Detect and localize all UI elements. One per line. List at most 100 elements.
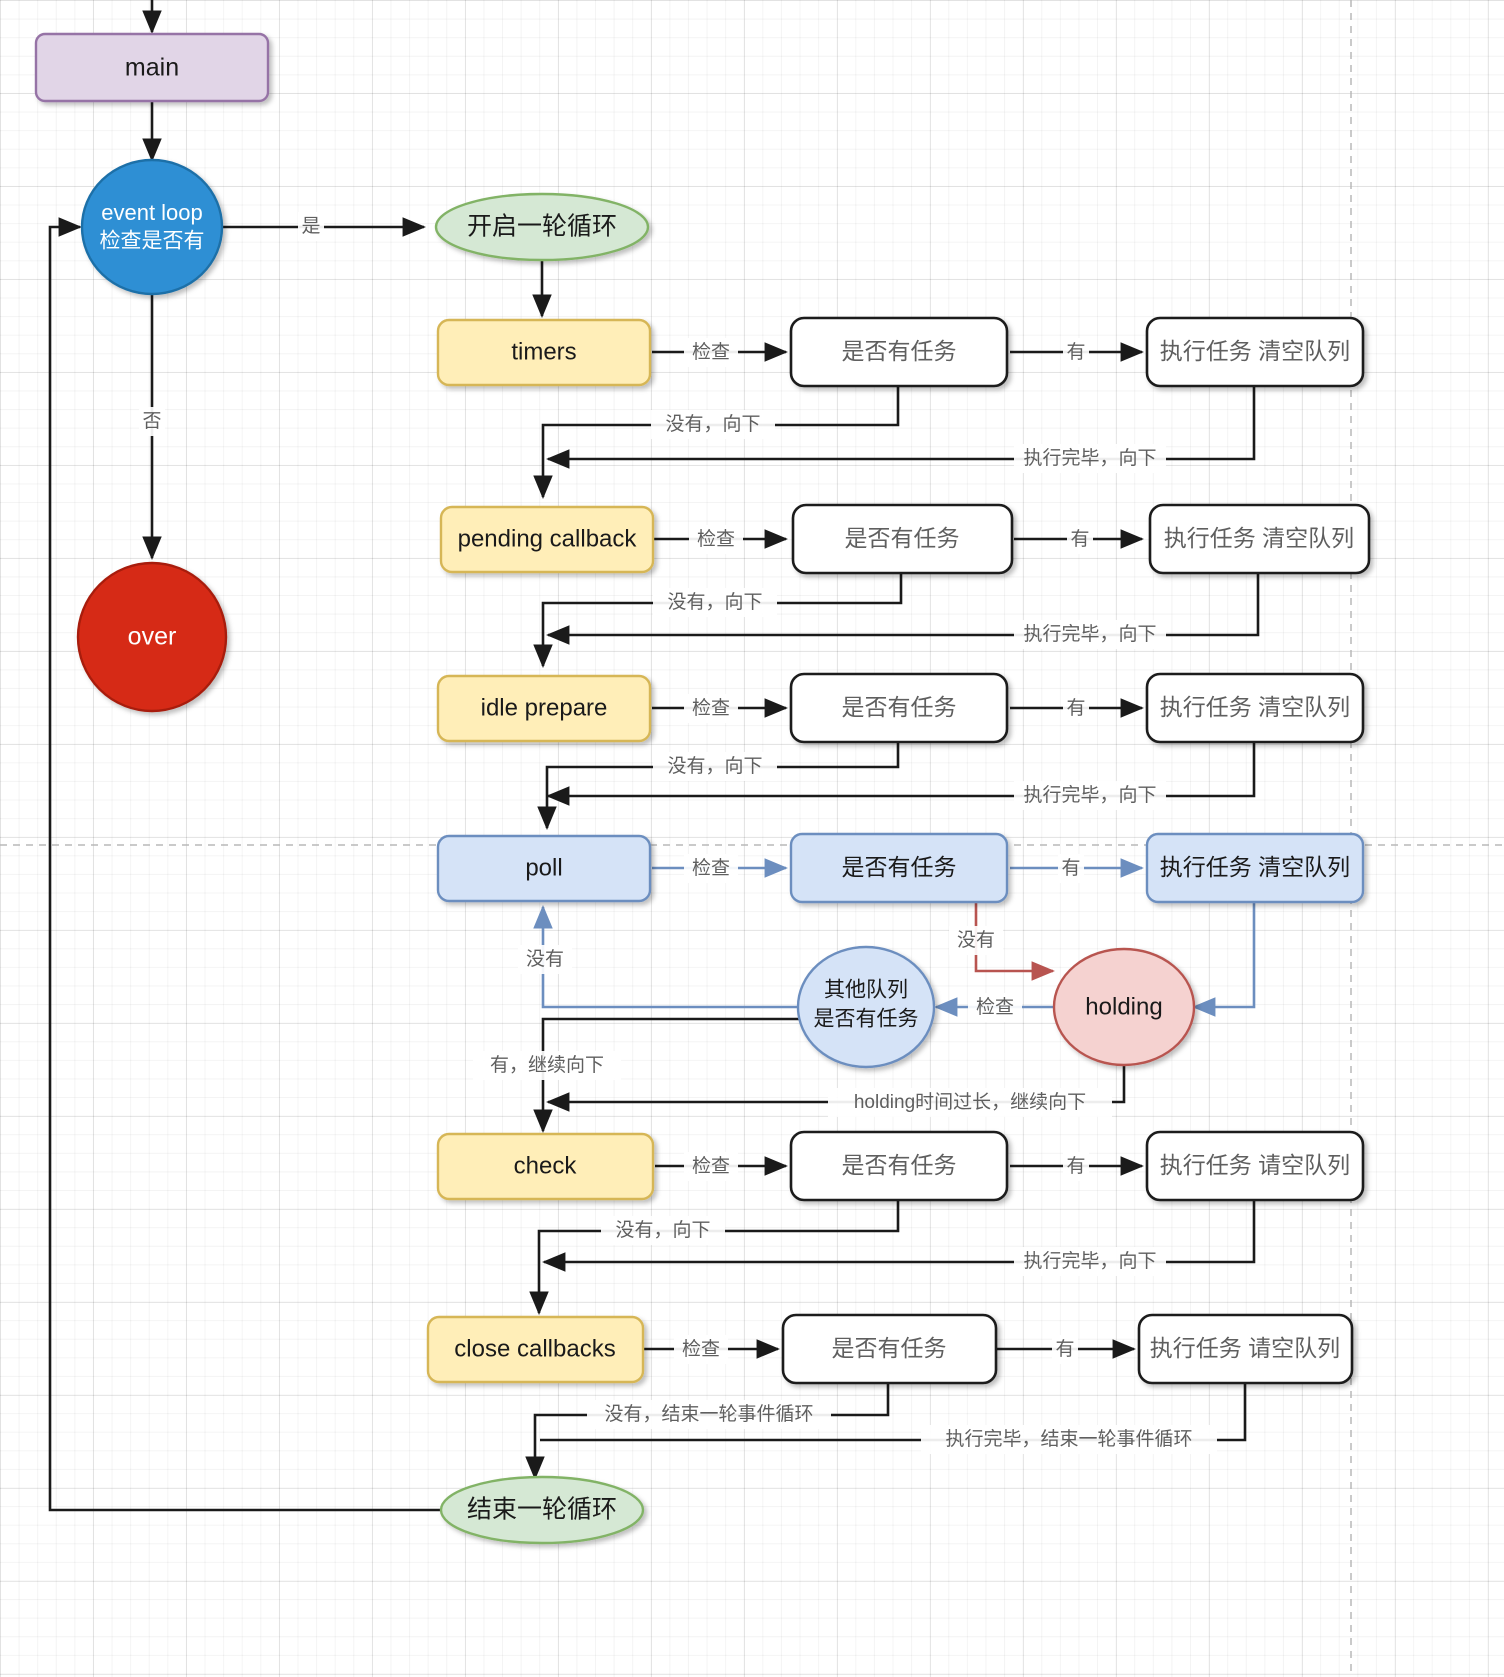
svg-text:没有，向下: 没有，向下	[665, 413, 760, 435]
edge-label-check-timers: 检查	[684, 338, 738, 367]
edge-label-have-check: 有	[1063, 1152, 1089, 1181]
node-phase-pending-callback[interactable]: pending callback	[439, 505, 655, 574]
svg-text:否: 否	[142, 411, 161, 432]
node-phase-check[interactable]: check	[436, 1132, 655, 1201]
edge-label-none-end-round: 没有，结束一轮事件循环	[587, 1400, 831, 1429]
node-action-check[interactable]: 执行任务 请空队列	[1145, 1130, 1365, 1202]
edge-label-none-down-pending-callback: 没有，向下	[653, 588, 777, 617]
svg-text:有: 有	[1070, 528, 1089, 550]
edge-label-have-idle-prepare: 有	[1063, 694, 1089, 723]
node-other-queue[interactable]: 其他队列 是否有任务	[796, 945, 936, 1069]
node-decision-timers[interactable]: 是否有任务	[789, 316, 1009, 388]
node-main-label: main	[125, 54, 179, 82]
node-decision-poll[interactable]: 是否有任务	[789, 832, 1009, 904]
svg-text:没有，结束一轮事件循环: 没有，结束一轮事件循环	[604, 1403, 813, 1425]
edge-label-yes: 是	[298, 212, 324, 241]
node-other-queue-label-1: 其他队列	[824, 979, 908, 1002]
row-timers: timers 是否有任务 执行任务 清空队列	[436, 316, 1365, 388]
node-phase-poll[interactable]: poll	[436, 834, 652, 903]
node-holding[interactable]: holding	[1052, 947, 1196, 1067]
node-decision-close-callbacks[interactable]: 是否有任务	[781, 1313, 998, 1385]
row-poll: poll 是否有任务 执行任务 清空队列	[436, 832, 1365, 904]
svg-text:有: 有	[1061, 857, 1080, 879]
node-decision-check[interactable]: 是否有任务	[789, 1130, 1009, 1202]
edge-label-have-timers: 有	[1063, 338, 1089, 367]
row-idle-prepare: idle prepare 是否有任务 执行任务 清空队列	[436, 672, 1365, 744]
node-end-round-label: 结束一轮循环	[467, 1496, 617, 1524]
svg-text:执行完毕，向下: 执行完毕，向下	[1023, 623, 1156, 645]
node-action-close-callbacks-label: 执行任务 请空队列	[1150, 1335, 1340, 1361]
svg-text:有: 有	[1055, 1338, 1074, 1360]
svg-text:检查: 检查	[682, 1338, 720, 1360]
edge-label-no: 否	[139, 407, 165, 436]
flowchart-svg: main event loop 检查是否有 over 开启一轮循环 结束一轮循环	[0, 0, 1504, 1677]
edge-label-none-down-idle-prepare: 没有，向下	[653, 752, 777, 781]
edge-label-done-down-idle-prepare: 执行完毕，向下	[1014, 781, 1166, 810]
row-close-callbacks: close callbacks 是否有任务 执行任务 请空队列	[426, 1313, 1354, 1385]
node-phase-timers-label: timers	[511, 338, 576, 365]
edge-label-have-poll: 有	[1058, 854, 1084, 883]
node-phase-close-callbacks[interactable]: close callbacks	[426, 1315, 645, 1384]
svg-text:有: 有	[1066, 341, 1085, 363]
svg-text:有: 有	[1066, 1155, 1085, 1177]
node-start-round-label: 开启一轮循环	[467, 213, 617, 241]
node-action-timers-label: 执行任务 清空队列	[1160, 338, 1350, 364]
edge-label-have-continue-down: 有，继续向下	[473, 1051, 621, 1080]
node-action-poll[interactable]: 执行任务 清空队列	[1145, 832, 1365, 904]
svg-text:是: 是	[301, 216, 320, 237]
row-check: check 是否有任务 执行任务 请空队列	[436, 1130, 1365, 1202]
node-decision-close-callbacks-label: 是否有任务	[832, 1335, 947, 1361]
svg-text:执行完毕，向下: 执行完毕，向下	[1023, 1250, 1156, 1272]
svg-text:没有，向下: 没有，向下	[615, 1219, 710, 1241]
svg-text:有: 有	[1066, 697, 1085, 719]
node-decision-poll-label: 是否有任务	[842, 854, 957, 880]
svg-text:检查: 检查	[692, 857, 730, 879]
node-over-label: over	[128, 623, 177, 651]
node-action-close-callbacks[interactable]: 执行任务 请空队列	[1137, 1313, 1354, 1385]
svg-text:执行完毕，向下: 执行完毕，向下	[1023, 784, 1156, 806]
edge-label-check-pending-callback: 检查	[689, 525, 743, 554]
node-action-timers[interactable]: 执行任务 清空队列	[1145, 316, 1365, 388]
edge-label-done-down-pending-callback: 执行完毕，向下	[1014, 620, 1166, 649]
node-phase-idle-prepare[interactable]: idle prepare	[436, 674, 652, 743]
svg-text:检查: 检查	[976, 996, 1014, 1018]
node-decision-check-label: 是否有任务	[842, 1152, 957, 1178]
edge-labels: 是 否 检查 有 没有，向下 执行完毕，向下 检查 有 没有，向下 执行完毕，向…	[139, 212, 1217, 1454]
node-main[interactable]: main	[34, 32, 270, 103]
node-action-idle-prepare[interactable]: 执行任务 清空队列	[1145, 672, 1365, 744]
node-decision-pending-callback[interactable]: 是否有任务	[791, 503, 1014, 575]
row-pending-callback: pending callback 是否有任务 执行任务 清空队列	[439, 503, 1371, 575]
edge-label-have-close-callbacks: 有	[1052, 1335, 1078, 1364]
svg-text:检查: 检查	[697, 528, 735, 550]
edge-label-have-pending-callback: 有	[1067, 525, 1093, 554]
node-action-pending-callback[interactable]: 执行任务 清空队列	[1148, 503, 1371, 575]
node-decision-pending-callback-label: 是否有任务	[845, 525, 960, 551]
node-over[interactable]: over	[76, 561, 228, 713]
svg-text:执行完毕，向下: 执行完毕，向下	[1023, 447, 1156, 469]
svg-text:执行完毕，结束一轮事件循环: 执行完毕，结束一轮事件循环	[945, 1428, 1192, 1450]
node-start-round[interactable]: 开启一轮循环	[434, 192, 650, 262]
node-phase-check-label: check	[514, 1152, 578, 1179]
node-phase-close-callbacks-label: close callbacks	[454, 1335, 615, 1362]
node-end-round[interactable]: 结束一轮循环	[439, 1475, 645, 1545]
svg-text:检查: 检查	[692, 697, 730, 719]
node-phase-timers[interactable]: timers	[436, 318, 652, 387]
node-event-loop[interactable]: event loop 检查是否有	[80, 158, 224, 296]
node-phase-poll-label: poll	[525, 854, 562, 881]
svg-text:检查: 检查	[692, 341, 730, 363]
edge-label-done-down-check: 执行完毕，向下	[1014, 1247, 1166, 1276]
svg-text:holding时间过长，继续向下: holding时间过长，继续向下	[854, 1091, 1086, 1113]
edge-label-none-poll: 没有	[518, 945, 572, 974]
svg-text:没有，向下: 没有，向下	[667, 591, 762, 613]
edge-label-none-holding: 没有	[949, 926, 1003, 955]
node-action-idle-prepare-label: 执行任务 清空队列	[1160, 694, 1350, 720]
edge-label-check-poll: 检查	[684, 854, 738, 883]
edge-label-check-idle-prepare: 检查	[684, 694, 738, 723]
svg-text:检查: 检查	[692, 1155, 730, 1177]
edge-label-done-end-round: 执行完毕，结束一轮事件循环	[921, 1425, 1217, 1454]
edge-label-check-close-callbacks: 检查	[674, 1335, 728, 1364]
edge-label-check-check: 检查	[684, 1152, 738, 1181]
diagram-canvas: main event loop 检查是否有 over 开启一轮循环 结束一轮循环	[0, 0, 1504, 1677]
node-decision-idle-prepare[interactable]: 是否有任务	[789, 672, 1009, 744]
node-event-loop-label-1: event loop	[101, 200, 203, 225]
